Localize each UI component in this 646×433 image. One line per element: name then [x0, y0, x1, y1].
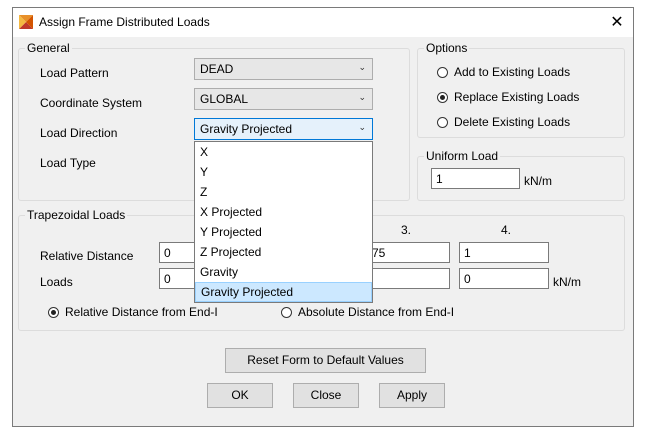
options-legend: Options	[426, 41, 468, 55]
relative-distance-1-input[interactable]: 0	[159, 242, 199, 263]
load-direction-select[interactable]: Gravity Projected ⌄	[194, 118, 373, 140]
trapezoidal-legend: Trapezoidal Loads	[27, 208, 126, 222]
load-pattern-value: DEAD	[200, 62, 234, 76]
load-direction-option[interactable]: X	[195, 142, 372, 162]
option-radio[interactable]	[437, 92, 448, 103]
load-pattern-label: Load Pattern	[40, 66, 109, 80]
load-direction-option[interactable]: X Projected	[195, 202, 372, 222]
relative-distance-3-value: 75	[372, 246, 386, 260]
uniform-load-input[interactable]: 1	[431, 168, 520, 189]
relative-distance-4-value: 1	[464, 246, 471, 260]
chevron-down-icon: ⌄	[358, 122, 366, 132]
trapezoidal-unit: kN/m	[553, 275, 581, 289]
option-radio-label: Add to Existing Loads	[454, 65, 571, 79]
load-direction-label: Load Direction	[40, 126, 118, 140]
coordinate-system-value: GLOBAL	[200, 92, 249, 106]
absolute-distance-radio-label: Absolute Distance from End-I	[298, 305, 455, 319]
load-pattern-select[interactable]: DEAD ⌄	[194, 58, 373, 80]
window-title: Assign Frame Distributed Loads	[39, 15, 210, 29]
load-4-input[interactable]: 0	[459, 268, 549, 289]
dialog-window: Assign Frame Distributed Loads ✕ General…	[12, 7, 634, 427]
load-1-value: 0	[164, 272, 171, 286]
load-type-label: Load Type	[40, 156, 96, 170]
load-direction-option[interactable]: Z	[195, 182, 372, 202]
load-direction-value: Gravity Projected	[200, 122, 293, 136]
column-4-header: 4.	[501, 223, 512, 237]
load-4-value: 0	[464, 272, 471, 286]
load-direction-option[interactable]: Y Projected	[195, 222, 372, 242]
option-radio[interactable]	[437, 67, 448, 78]
option-radio-label: Replace Existing Loads	[454, 90, 580, 104]
ok-button[interactable]: OK	[207, 383, 273, 408]
uniform-load-unit: kN/m	[524, 174, 552, 188]
relative-distance-radio[interactable]	[48, 307, 59, 318]
option-radio-label: Delete Existing Loads	[454, 115, 571, 129]
load-direction-option[interactable]: Y	[195, 162, 372, 182]
apply-button[interactable]: Apply	[379, 383, 445, 408]
relative-distance-radio-label: Relative Distance from End-I	[65, 305, 218, 319]
coordinate-system-select[interactable]: GLOBAL ⌄	[194, 88, 373, 110]
load-direction-option[interactable]: Gravity Projected	[195, 282, 372, 302]
loads-label: Loads	[40, 275, 73, 289]
absolute-distance-radio[interactable]	[281, 307, 292, 318]
close-icon: ✕	[610, 14, 624, 31]
close-window-button[interactable]: ✕	[601, 8, 633, 37]
column-3-header: 3.	[401, 223, 412, 237]
uniform-load-legend: Uniform Load	[426, 149, 499, 163]
general-legend: General	[27, 41, 70, 55]
title-bar: Assign Frame Distributed Loads ✕	[13, 8, 633, 37]
close-button[interactable]: Close	[293, 383, 359, 408]
relative-distance-label: Relative Distance	[40, 249, 134, 263]
relative-distance-4-input[interactable]: 1	[459, 242, 549, 263]
chevron-down-icon: ⌄	[358, 62, 366, 72]
uniform-load-value: 1	[436, 172, 443, 186]
relative-distance-1-value: 0	[164, 246, 171, 260]
relative-distance-3-input[interactable]: 75	[367, 242, 450, 263]
load-direction-dropdown-list: XYZX Projected Y Projected Z Projected Grav…	[194, 141, 373, 303]
coordinate-system-label: Coordinate System	[40, 96, 143, 110]
app-icon	[19, 15, 33, 29]
load-direction-option[interactable]: Z Projected	[195, 242, 372, 262]
option-radio[interactable]	[437, 117, 448, 128]
reset-defaults-button[interactable]: Reset Form to Default Values	[225, 348, 426, 373]
load-3-input[interactable]	[367, 268, 450, 289]
chevron-down-icon: ⌄	[358, 92, 366, 102]
load-1-input[interactable]: 0	[159, 268, 199, 289]
load-direction-option[interactable]: Gravity	[195, 262, 372, 282]
